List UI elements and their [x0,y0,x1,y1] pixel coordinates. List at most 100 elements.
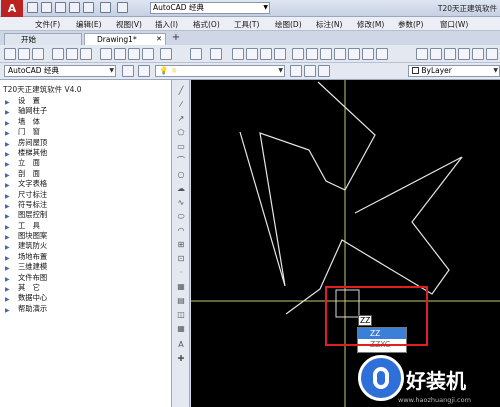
menu-file[interactable]: 文件(F) [35,19,60,30]
diameter-icon[interactable] [486,48,498,60]
arc-length-icon[interactable] [444,48,456,60]
panel-item-dimensions[interactable]: ▶ 尺寸标注 [0,190,172,200]
cut-icon[interactable] [100,48,112,60]
menu-insert[interactable]: 插入(I) [155,19,178,30]
new-file-icon[interactable] [27,2,38,13]
new-icon[interactable] [4,48,16,60]
panel-item-stairs[interactable]: ▶ 楼梯其他 [0,148,172,158]
help-icon[interactable] [376,48,388,60]
panel-item-other[interactable]: ▶ 其 它 [0,283,172,293]
menu-format[interactable]: 格式(O) [193,19,220,30]
tab-start[interactable]: 开始 [4,33,82,45]
ellipse-arc-icon[interactable]: ◠ [175,226,187,236]
panel-item-elevation[interactable]: ▶ 立 面 [0,158,172,168]
publish-icon[interactable] [80,48,92,60]
open-icon[interactable] [18,48,30,60]
drawing-canvas[interactable] [191,80,500,407]
pan-icon[interactable] [232,48,244,60]
redo-icon[interactable] [117,2,128,13]
layer-previous-icon[interactable] [304,65,316,77]
markup-icon[interactable] [348,48,360,60]
close-icon[interactable]: ✕ [156,34,162,45]
line-tool-icon[interactable]: ╱ [175,86,187,96]
zoom-previous-icon[interactable] [274,48,286,60]
panel-item-walls[interactable]: ▶ 墙 体 [0,117,172,127]
construction-line-icon[interactable]: ⁄ [175,100,187,110]
menu-parametric[interactable]: 参数(P) [398,19,423,30]
table-icon[interactable]: ▦ [175,324,187,334]
panel-item-fire-protection[interactable]: ▶ 建筑防火 [0,241,172,251]
open-file-icon[interactable] [41,2,52,13]
panel-item-settings[interactable]: ▶ 设 置 [0,96,172,106]
workspace-settings-icon[interactable] [122,65,134,77]
block-editor-icon[interactable] [160,48,172,60]
color-combo[interactable]: ByLayer ▼ [408,65,500,77]
new-tab-button[interactable]: + [170,33,182,44]
panel-item-text-tables[interactable]: ▶ 文字表格 [0,179,172,189]
menu-draw[interactable]: 绘图(D) [275,19,302,30]
properties-icon[interactable] [292,48,304,60]
panel-item-data-center[interactable]: ▶ 数据中心 [0,293,172,303]
undo-icon[interactable] [100,2,111,13]
panel-item-help[interactable]: ▶ 帮助演示 [0,304,172,314]
menu-edit[interactable]: 编辑(E) [76,19,102,30]
print-preview-icon[interactable] [66,48,78,60]
menu-tools[interactable]: 工具(T) [234,19,259,30]
panel-item-3d-modeling[interactable]: ▶ 三维建模 [0,262,172,272]
zoom-window-icon[interactable] [260,48,272,60]
radius-icon[interactable] [472,48,484,60]
make-block-icon[interactable]: ⊡ [175,254,187,264]
revision-cloud-icon[interactable]: ☁ [175,184,187,194]
circle-icon[interactable]: ○ [175,170,187,180]
menu-view[interactable]: 视图(V) [116,19,142,30]
save-as-icon[interactable] [69,2,80,13]
hatch-icon[interactable]: ▦ [175,282,187,292]
multiline-text-icon[interactable]: A [175,340,187,350]
aligned-dimension-icon[interactable] [430,48,442,60]
design-center-icon[interactable] [306,48,318,60]
add-selected-icon[interactable]: ✚ [175,354,187,364]
calculator-icon[interactable] [362,48,374,60]
panel-item-doors-windows[interactable]: ▶ 门 窗 [0,127,172,137]
panel-item-site-layout[interactable]: ▶ 场地布置 [0,252,172,262]
insert-block-icon[interactable]: ⊞ [175,240,187,250]
panel-item-section[interactable]: ▶ 剖 面 [0,169,172,179]
arc-icon[interactable]: ⌒ [175,156,187,166]
print-icon[interactable] [83,2,94,13]
panel-item-blocks-patterns[interactable]: ▶ 图块图案 [0,231,172,241]
tool-palettes-icon[interactable] [320,48,332,60]
undo-icon[interactable] [190,48,202,60]
print-icon[interactable] [52,48,64,60]
point-icon[interactable]: · [175,268,187,278]
polyline-icon[interactable]: ↗ [175,114,187,124]
layer-properties-icon[interactable] [138,65,150,77]
redo-icon[interactable] [210,48,222,60]
save-icon[interactable] [55,2,66,13]
match-properties-icon[interactable] [142,48,154,60]
save-icon[interactable] [32,48,44,60]
ordinate-icon[interactable] [458,48,470,60]
ellipse-icon[interactable]: ⬭ [175,212,187,222]
menu-window[interactable]: 窗口(W) [440,19,468,30]
layer-states-icon[interactable] [318,65,330,77]
workspace-combo[interactable]: AutoCAD 经典 ▼ [4,65,116,77]
copy-icon[interactable] [114,48,126,60]
spline-icon[interactable]: ∿ [175,198,187,208]
panel-item-grid-columns[interactable]: ▶ 轴网柱子 [0,106,172,116]
tab-drawing1[interactable]: Drawing1* ✕ [84,33,166,45]
linear-dimension-icon[interactable] [416,48,428,60]
sheet-set-icon[interactable] [334,48,346,60]
menu-modify[interactable]: 修改(M) [357,19,384,30]
panel-item-layer-control[interactable]: ▶ 图层控制 [0,210,172,220]
panel-item-tools[interactable]: ▶ 工 具 [0,221,172,231]
rectangle-icon[interactable]: ▭ [175,142,187,152]
paste-icon[interactable] [128,48,140,60]
workspace-switcher[interactable]: AutoCAD 经典 ▼ [150,2,270,14]
gradient-icon[interactable]: ▤ [175,296,187,306]
make-current-layer-icon[interactable] [290,65,302,77]
autocad-logo-icon[interactable]: A [1,0,23,17]
menu-dimension[interactable]: 标注(N) [316,19,342,30]
zoom-realtime-icon[interactable] [246,48,258,60]
layer-combo[interactable]: 💡 ☼ ▼ [155,65,285,77]
region-icon[interactable]: ◫ [175,310,187,320]
